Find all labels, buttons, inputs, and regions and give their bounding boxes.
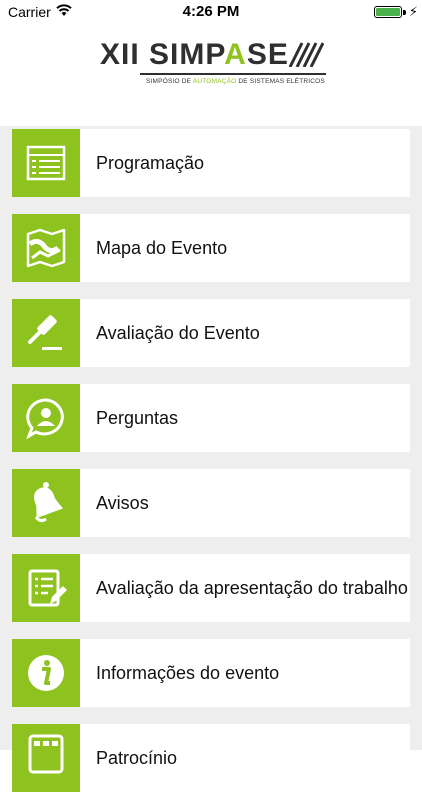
menu-item-label: Patrocínio (96, 748, 178, 768)
edit-document-icon (12, 554, 80, 622)
menu-item-label: Perguntas (96, 408, 179, 428)
menu-item-perguntas[interactable]: Perguntas (12, 384, 410, 452)
menu-item-label: Programação (96, 153, 205, 173)
bell-icon (12, 469, 80, 537)
question-chat-icon (12, 384, 80, 452)
main-menu: Programação Mapa do Evento Avaliação do … (0, 126, 422, 792)
menu-item-label: Avisos (96, 493, 149, 513)
menu-item-avisos[interactable]: Avisos (12, 469, 410, 537)
menu-item-programacao[interactable]: Programação (12, 129, 410, 197)
status-time: 4:26 PM (182, 3, 240, 20)
menu-item-mapa[interactable]: Mapa do Evento (12, 214, 410, 282)
battery-tip (403, 10, 406, 15)
charging-icon: ⚡ (408, 4, 418, 19)
menu-item-patrocinio[interactable]: Patrocínio (12, 724, 410, 792)
grid-icon (12, 724, 80, 792)
logo-subtitle: SIMPÓSIO DE AUTOMAÇÃO DE SISTEMAS ELÉTRI… (146, 78, 325, 85)
list-icon (12, 129, 80, 197)
gavel-icon (12, 299, 80, 367)
status-bar: Carrier 4:26 PM ⚡ (0, 0, 422, 24)
logo-title: XII SIMPASE (100, 38, 289, 71)
map-icon (12, 214, 80, 282)
menu-item-label: Mapa do Evento (96, 238, 228, 258)
menu-item-avaliacao-evento[interactable]: Avaliação do Evento (12, 299, 410, 367)
logo-underline (140, 73, 326, 75)
menu-item-label: Avaliação da apresentação do trabalho (96, 578, 408, 598)
menu-item-informacoes[interactable]: Informações do evento (12, 639, 410, 707)
menu-item-label: Informações do evento (96, 663, 280, 683)
battery-icon (374, 6, 402, 18)
logo-stripes-icon (288, 42, 324, 67)
menu-item-label: Avaliação do Evento (96, 323, 260, 343)
header: XII SIMPASE SIMPÓSIO DE AUTOMAÇÃO DE SIS… (0, 24, 422, 126)
simpase-logo: XII SIMPASE SIMPÓSIO DE AUTOMAÇÃO DE SIS… (100, 38, 330, 88)
info-icon (12, 639, 80, 707)
menu-item-avaliacao-apresentacao[interactable]: Avaliação da apresentação do trabalho (12, 554, 410, 622)
